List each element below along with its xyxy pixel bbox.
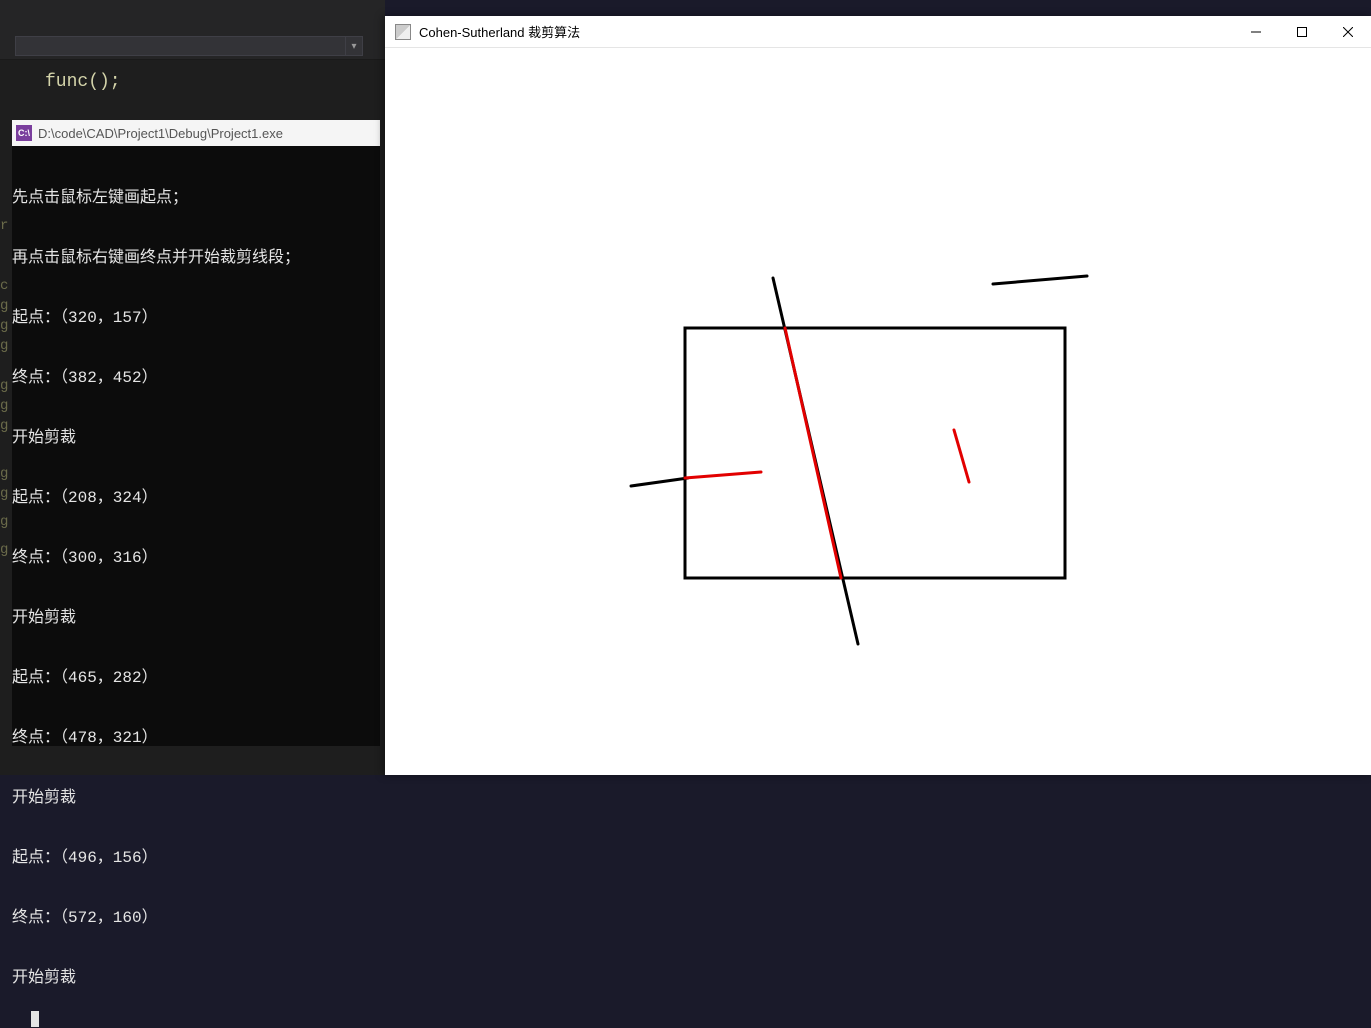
titlebar[interactable]: Cohen-Sutherland 裁剪算法 [385,16,1371,48]
console-icon: C:\ [16,125,32,141]
window-controls [1233,16,1371,48]
code-line: func(); [45,72,121,92]
console-line: 起点：（465，282） [12,668,380,688]
window-title: Cohen-Sutherland 裁剪算法 [419,22,1233,41]
console-path: D:\code\CAD\Project1\Debug\Project1.exe [38,126,283,141]
app-icon [395,24,411,40]
console-line: 起点：（320，157） [12,308,380,328]
gutter-char: g [0,398,8,414]
console-line: 开始剪裁 [12,428,380,448]
console-line: 开始剪裁 [12,968,380,988]
minimize-button[interactable] [1233,16,1279,48]
console-tab[interactable]: C:\ D:\code\CAD\Project1\Debug\Project1.… [12,120,380,146]
gutter-char: g [0,298,8,314]
gutter-char: g [0,338,8,354]
close-icon [1343,27,1353,37]
console-line: 终点：（300，316） [12,548,380,568]
gutter-char: g [0,466,8,482]
minimize-icon [1251,27,1261,37]
gutter-char: g [0,542,8,558]
console-line: 终点：（572，160） [12,908,380,928]
text-cursor [31,1011,39,1027]
maximize-button[interactable] [1279,16,1325,48]
maximize-icon [1297,27,1307,37]
chevron-down-icon[interactable]: ▾ [345,36,363,56]
gutter-char: r [0,218,8,234]
graphics-canvas[interactable] [385,48,1371,775]
gutter-char: c [0,278,8,294]
console-line: 先点击鼠标左键画起点； [12,188,380,208]
graphics-window: Cohen-Sutherland 裁剪算法 [385,16,1371,775]
console-line: 终点：（382，452） [12,368,380,388]
graphics-svg [385,48,1371,775]
gutter-char: g [0,514,8,530]
console-line: 开始剪裁 [12,608,380,628]
console-line: 开始剪裁 [12,788,380,808]
gutter-char: g [0,318,8,334]
close-button[interactable] [1325,16,1371,48]
console-line: 再点击鼠标右键画终点并开始裁剪线段； [12,248,380,268]
ide-scope-dropdown[interactable] [15,36,355,56]
gutter-char: g [0,486,8,502]
gutter-char: g [0,418,8,434]
console-output[interactable]: 先点击鼠标左键画起点； 再点击鼠标右键画终点并开始裁剪线段； 起点：（320，1… [12,146,380,746]
console-line: 起点：（496，156） [12,848,380,868]
gutter-char: g [0,378,8,394]
console-line: 起点：（208，324） [12,488,380,508]
console-line: 终点：（478，321） [12,728,380,748]
